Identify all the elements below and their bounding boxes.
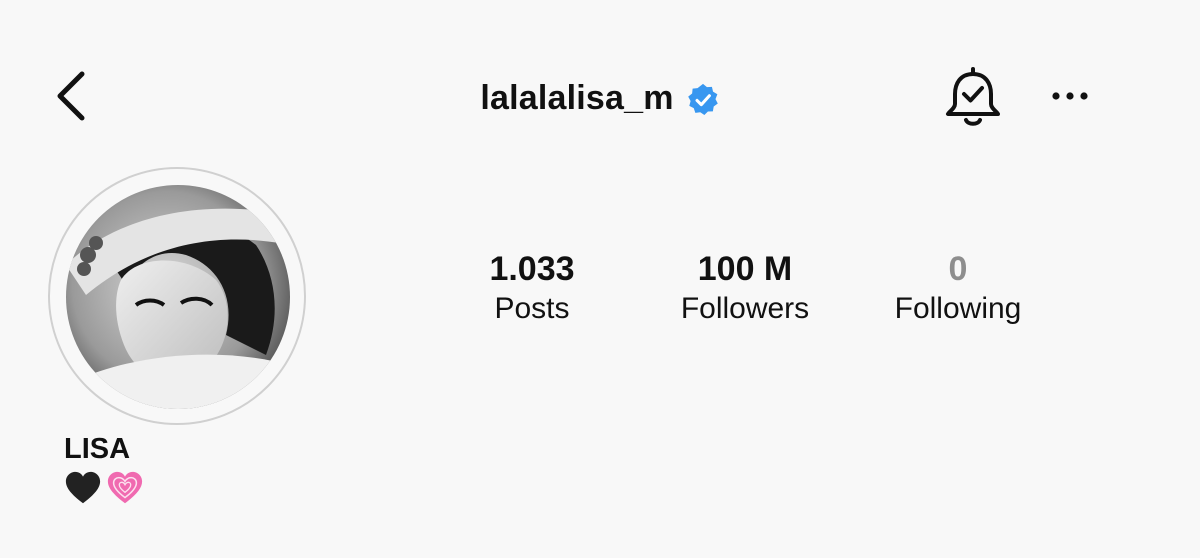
followers-label: Followers	[680, 292, 810, 325]
posts-label: Posts	[494, 292, 570, 325]
display-name: LISA	[64, 433, 131, 465]
bio	[64, 470, 144, 508]
more-horizontal-icon	[1052, 92, 1088, 100]
posts-count: 1.033	[489, 250, 575, 288]
profile-avatar[interactable]	[66, 185, 290, 409]
notifications-button[interactable]	[942, 64, 1004, 130]
chevron-left-icon	[57, 71, 85, 121]
avatar-photo	[66, 185, 290, 409]
black-heart-icon	[65, 471, 101, 504]
followers-stat[interactable]: 100 M Followers	[660, 248, 830, 328]
verified-badge-icon	[687, 83, 718, 116]
followers-count: 100 M	[697, 250, 793, 288]
profile-header: lalalalisa_m	[0, 70, 1200, 126]
more-options-button[interactable]	[1044, 78, 1096, 114]
pink-heart-icon	[107, 471, 143, 504]
following-stat[interactable]: 0 Following	[876, 248, 1040, 328]
following-count: 0	[948, 250, 968, 288]
following-label: Following	[894, 292, 1022, 325]
posts-stat[interactable]: 1.033 Posts	[452, 248, 612, 328]
bell-check-icon	[946, 67, 1000, 126]
back-button[interactable]	[48, 66, 96, 126]
profile-username: lalalalisa_m	[480, 78, 674, 117]
